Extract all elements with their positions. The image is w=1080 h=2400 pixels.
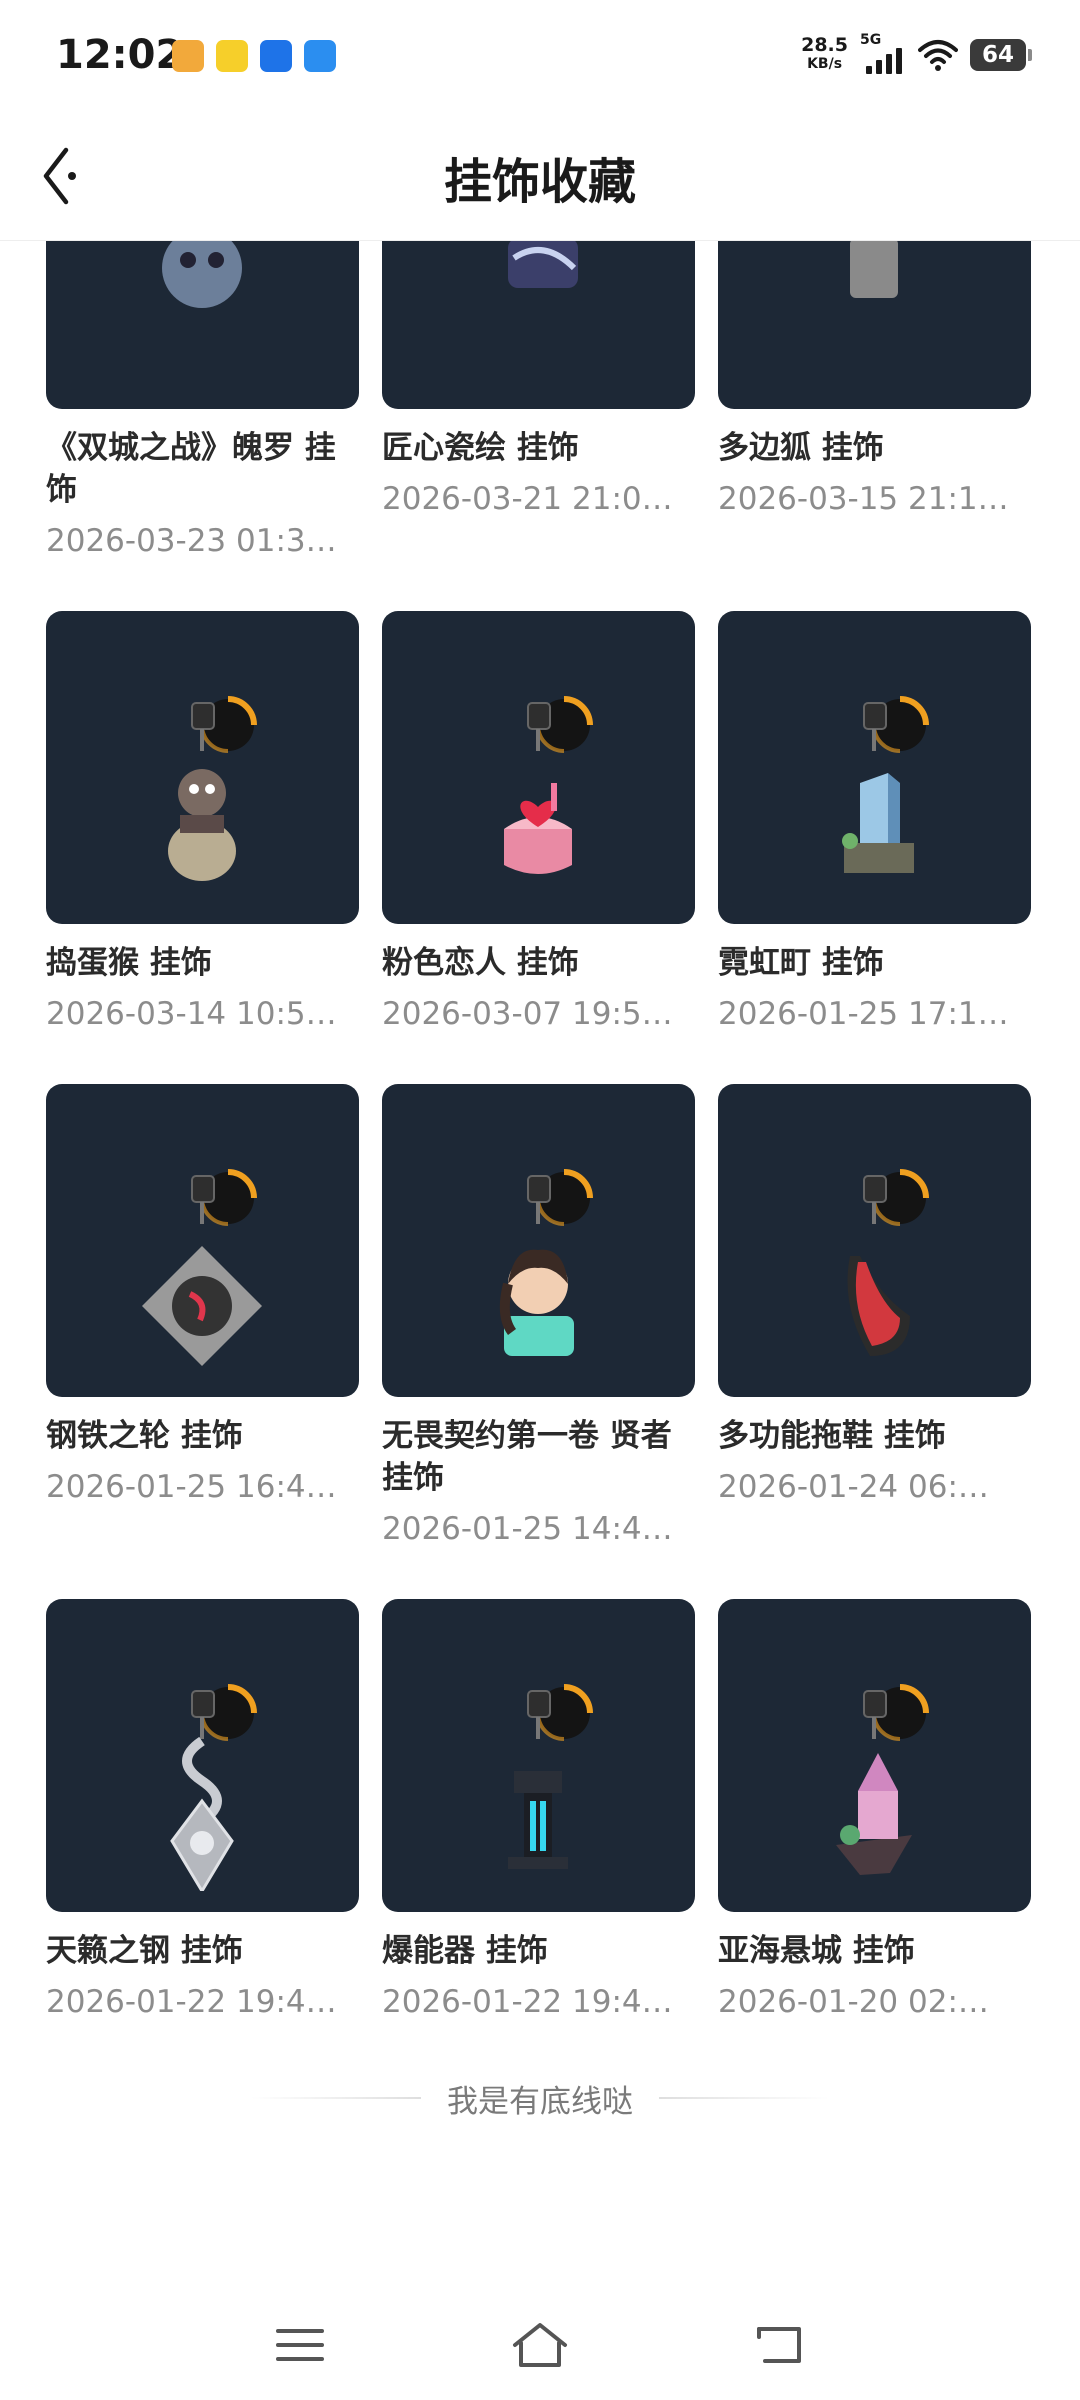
- status-indicators: 28.5 KB/s 5G 64: [801, 32, 1032, 76]
- grid-row: 钢铁之轮 挂饰 2026-01-25 16:4… 无畏契约第一卷 贤者 挂饰 2026…: [46, 1084, 1036, 1549]
- sage-figure-charm-icon[interactable]: [382, 1084, 695, 1397]
- charm-illustration-icon: [141, 1168, 262, 1366]
- charm-acquired-date: 2026-03-15 21:1…: [718, 481, 1009, 517]
- back-icon: [757, 2327, 801, 2363]
- charm-name: 多边狐 挂饰: [718, 430, 884, 466]
- charm-card[interactable]: 天籁之钢 挂饰 2026-01-22 19:4…: [46, 1599, 359, 2022]
- charm-card[interactable]: 钢铁之轮 挂饰 2026-01-25 16:4…: [46, 1084, 359, 1507]
- neon-city-tower-charm-icon[interactable]: [718, 611, 1031, 924]
- page-title: 挂饰收藏: [443, 154, 636, 210]
- app-notification-icon: [304, 40, 336, 72]
- charm-illustration-icon: [499, 1168, 593, 1356]
- charm-name: 多功能拖鞋 挂饰: [718, 1418, 946, 1454]
- header: 挂饰收藏: [0, 112, 1080, 241]
- charm-acquired-date: 2026-01-22 19:4…: [382, 1984, 673, 2020]
- system-navigation-bar: [0, 2290, 1080, 2400]
- charm-card[interactable]: 多功能拖鞋 挂饰 2026-01-24 06:…: [718, 1084, 1031, 1507]
- charm-card[interactable]: 霓虹町 挂饰 2026-01-25 17:1…: [718, 611, 1031, 1034]
- end-of-list-note: 我是有底线哒: [0, 2068, 1080, 2128]
- charm-name: 《双城之战》魄罗 挂饰: [46, 430, 336, 508]
- pink-heart-cake-charm-icon[interactable]: [382, 611, 695, 924]
- charm-acquired-date: 2026-03-23 01:3…: [46, 523, 337, 559]
- charm-illustration-icon: [507, 1683, 593, 1869]
- network-speed-unit: KB/s: [807, 56, 843, 72]
- charm-name: 匠心瓷绘 挂饰: [382, 430, 579, 466]
- app-notification-icon: [216, 40, 248, 72]
- charm-acquired-date: 2026-01-20 02:…: [718, 1984, 989, 2020]
- charm-acquired-date: 2026-01-25 16:4…: [46, 1469, 337, 1505]
- charm-card[interactable]: 爆能器 挂饰 2026-01-22 19:4…: [382, 1599, 695, 2022]
- flip-flop-charm-icon[interactable]: [718, 1084, 1031, 1397]
- battery-icon: 64: [970, 39, 1032, 71]
- charm-card[interactable]: 捣蛋猴 挂饰 2026-03-14 10:5…: [46, 611, 359, 1034]
- cellular-signal-icon: 5G: [860, 32, 906, 76]
- page: 12:02 28.5 KB/s 5G 64 挂饰收藏 《双城之战》魄罗 挂饰 2…: [0, 0, 1080, 2400]
- charm-name: 天籁之钢 挂饰: [46, 1933, 243, 1969]
- status-time: 12:02: [56, 32, 184, 78]
- charm-acquired-date: 2026-03-21 21:0…: [382, 481, 673, 517]
- charm-acquired-date: 2026-01-22 19:4…: [46, 1984, 337, 2020]
- home-button[interactable]: [500, 2305, 580, 2385]
- network-speed: 28.5 KB/s: [801, 36, 848, 74]
- menu-icon: [276, 2329, 324, 2361]
- notification-icons: [172, 40, 336, 72]
- charm-name: 霓虹町 挂饰: [718, 945, 884, 981]
- steel-blade-ornament-charm-icon[interactable]: [46, 1599, 359, 1912]
- grid-row: 捣蛋猴 挂饰 2026-03-14 10:5… 粉色恋人 挂饰 2026-03-07 …: [46, 611, 1036, 1034]
- app-notification-icon: [260, 40, 292, 72]
- network-speed-value: 28.5: [801, 34, 848, 56]
- floating-castle-island-charm-icon[interactable]: [718, 1599, 1031, 1912]
- charm-acquired-date: 2026-01-25 14:4…: [382, 1511, 673, 1547]
- status-bar: 12:02 28.5 KB/s 5G 64: [0, 0, 1080, 112]
- divider: [659, 2097, 829, 2099]
- charm-illustration-icon: [847, 1168, 929, 1356]
- menu-button[interactable]: [260, 2305, 340, 2385]
- end-of-list-text: 我是有底线哒: [447, 2083, 633, 2120]
- charm-card[interactable]: 亚海悬城 挂饰 2026-01-20 02:…: [718, 1599, 1031, 2022]
- charm-illustration-icon: [169, 1683, 257, 1891]
- charm-name: 亚海悬城 挂饰: [718, 1933, 915, 1969]
- charm-acquired-date: 2026-01-25 17:1…: [718, 996, 1009, 1032]
- back-nav-button[interactable]: [740, 2305, 820, 2385]
- charm-name: 爆能器 挂饰: [382, 1933, 548, 1969]
- charm-card[interactable]: 粉色恋人 挂饰 2026-03-07 19:5…: [382, 611, 695, 1034]
- blaster-device-charm-icon[interactable]: [382, 1599, 695, 1912]
- app-notification-icon: [172, 40, 204, 72]
- steel-wheel-turntable-charm-icon[interactable]: [46, 1084, 359, 1397]
- home-icon: [513, 2323, 567, 2367]
- battery-level: 64: [981, 42, 1014, 68]
- mischief-monkey-charm-icon[interactable]: [46, 611, 359, 924]
- charm-name: 粉色恋人 挂饰: [382, 945, 579, 981]
- charm-illustration-icon: [503, 695, 593, 874]
- charm-illustration-icon: [835, 1683, 929, 1875]
- charm-acquired-date: 2026-01-24 06:…: [718, 1469, 989, 1505]
- charm-acquired-date: 2026-03-07 19:5…: [382, 996, 673, 1032]
- charm-name: 钢铁之轮 挂饰: [46, 1418, 243, 1454]
- charm-illustration-icon: [841, 695, 929, 873]
- charm-name: 捣蛋猴 挂饰: [46, 945, 212, 981]
- charm-card[interactable]: 无畏契约第一卷 贤者 挂饰 2026-01-25 14:4…: [382, 1084, 695, 1549]
- charm-name: 无畏契约第一卷 贤者 挂饰: [382, 1418, 672, 1496]
- wifi-icon: [918, 40, 958, 71]
- divider: [251, 2097, 421, 2099]
- charm-illustration-icon: [167, 695, 257, 881]
- charm-acquired-date: 2026-03-14 10:5…: [46, 996, 337, 1032]
- charm-grid[interactable]: 《双城之战》魄罗 挂饰 2026-03-23 01:3… 匠心瓷绘 挂饰 2026-0…: [46, 168, 1036, 2318]
- network-type: 5G: [860, 32, 882, 48]
- grid-row: 天籁之钢 挂饰 2026-01-22 19:4… 爆能器 挂饰 2026-01-22 …: [46, 1599, 1036, 2022]
